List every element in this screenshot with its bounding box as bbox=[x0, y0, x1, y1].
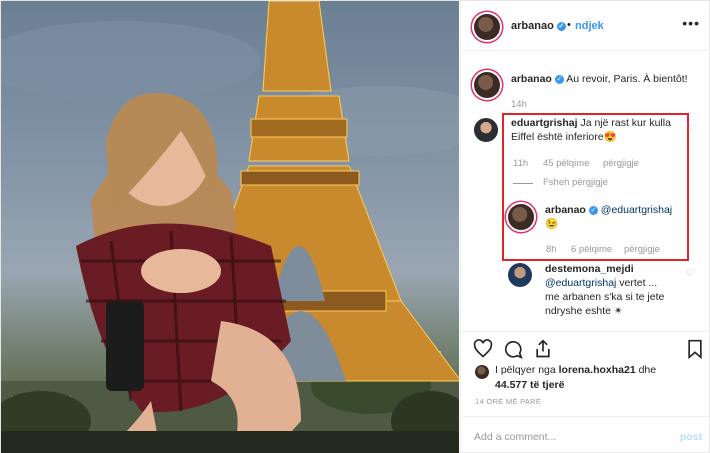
comments-list[interactable]: arbanao ✓ Au revoir, Paris. À bientôt! 14… bbox=[461, 52, 710, 330]
likes-summary[interactable]: I pëlqyer nga lorena.hoxha21 dhe 44.577 … bbox=[495, 363, 695, 393]
hide-replies-divider bbox=[513, 183, 533, 184]
comment-input[interactable]: Add a comment... bbox=[474, 431, 556, 443]
reply-button[interactable]: përgjigje bbox=[603, 158, 639, 169]
comment-time: 11h bbox=[513, 158, 529, 169]
comment-icon[interactable] bbox=[503, 339, 523, 359]
heart-icon[interactable]: ♡ bbox=[686, 269, 695, 278]
reply-username[interactable]: arbanao bbox=[545, 204, 586, 216]
comment-avatar[interactable] bbox=[508, 263, 532, 287]
post-button[interactable]: post bbox=[680, 431, 702, 443]
author-username[interactable]: arbanao ✓ bbox=[511, 20, 566, 32]
follow-button[interactable]: ndjek bbox=[575, 20, 604, 32]
verified-icon: ✓ bbox=[588, 206, 598, 215]
comment-username[interactable]: eduartgrishaj bbox=[511, 117, 578, 129]
caption-username[interactable]: arbanao bbox=[511, 73, 552, 85]
reply-reply-button[interactable]: përgjigje bbox=[624, 244, 660, 255]
comment-likes[interactable]: 45 pëlqime bbox=[543, 158, 589, 169]
post-timestamp[interactable]: 14 ORË MË PARË bbox=[475, 397, 541, 406]
comment-mention[interactable]: @eduartgrishaj bbox=[545, 277, 616, 289]
post-side-panel: arbanao ✓ • ndjek ••• arbanao ✓ Au revoir,… bbox=[460, 1, 710, 453]
verified-icon: ✓ bbox=[554, 75, 564, 84]
author-avatar[interactable] bbox=[474, 14, 500, 40]
share-icon[interactable] bbox=[533, 339, 553, 359]
heart-icon[interactable] bbox=[473, 339, 493, 359]
reply-likes[interactable]: 6 pëlqime bbox=[571, 244, 612, 255]
caption-time: 14h bbox=[511, 99, 527, 110]
comment-username[interactable]: destemona_mejdi bbox=[545, 263, 634, 275]
bookmark-icon[interactable] bbox=[685, 339, 705, 359]
likes-count: 44.577 bbox=[495, 379, 528, 391]
heart-icon[interactable]: ♡ bbox=[686, 124, 695, 133]
liker-avatar[interactable] bbox=[475, 365, 489, 379]
reply-mention[interactable]: @eduartgrishaj bbox=[601, 204, 672, 216]
reply-time: 8h bbox=[546, 244, 557, 255]
reply-text: arbanao ✓ @eduartgrishaj 😉 bbox=[545, 204, 673, 230]
comment-text: destemona_mejdi @eduartgrishaj vertet ..… bbox=[545, 263, 665, 317]
photo-illustration bbox=[1, 1, 459, 453]
comment-avatar[interactable] bbox=[474, 118, 498, 142]
post-header: arbanao ✓ • ndjek ••• bbox=[461, 1, 710, 51]
comment-text: eduartgrishaj Ja një rast kur kulla Eiff… bbox=[511, 117, 671, 143]
separator-dot: • bbox=[567, 19, 571, 31]
caption-avatar[interactable] bbox=[474, 72, 500, 98]
caption: arbanao ✓ Au revoir, Paris. À bientôt! bbox=[511, 72, 701, 86]
liker-username: lorena.hoxha21 bbox=[558, 364, 636, 376]
verified-icon: ✓ bbox=[556, 22, 566, 31]
caption-text: Au revoir, Paris. À bientôt! bbox=[566, 73, 688, 85]
post-container: arbanao ✓ • ndjek ••• arbanao ✓ Au revoir,… bbox=[0, 0, 710, 453]
action-bar bbox=[461, 331, 710, 361]
hide-replies-button[interactable]: Fsheh përgjigje bbox=[543, 177, 608, 188]
add-comment-bar: Add a comment... post bbox=[461, 416, 710, 453]
more-icon[interactable]: ••• bbox=[682, 15, 700, 31]
post-photo[interactable] bbox=[1, 1, 459, 453]
reply-avatar[interactable] bbox=[508, 204, 534, 230]
